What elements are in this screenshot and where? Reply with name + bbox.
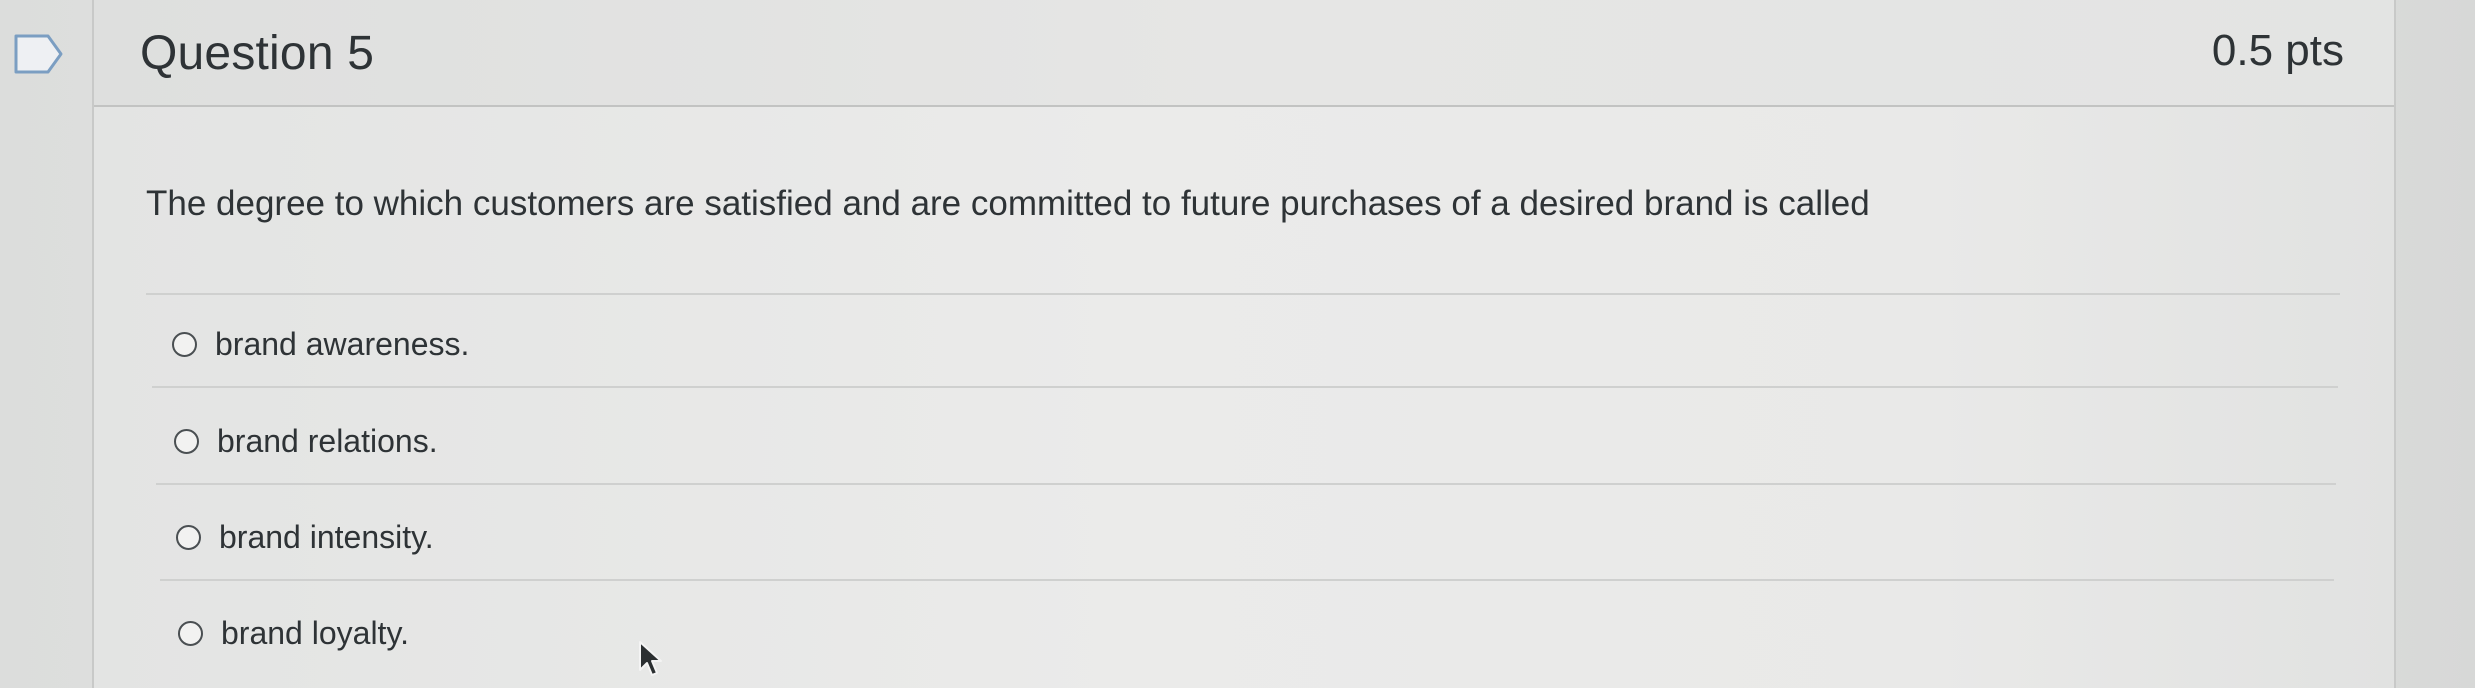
divider (156, 483, 2336, 485)
question-card: Question 5 0.5 pts The degree to which c… (92, 0, 2396, 688)
divider (160, 579, 2334, 581)
question-header: Question 5 0.5 pts (94, 0, 2394, 107)
mouse-cursor-icon (639, 641, 662, 676)
radio-button[interactable] (178, 621, 203, 646)
answer-label: brand relations. (217, 423, 438, 459)
answer-option-3[interactable]: brand intensity. (176, 519, 434, 556)
answer-option-2[interactable]: brand relations. (174, 423, 438, 460)
question-points: 0.5 pts (2211, 26, 2344, 75)
question-text: The degree to which customers are satisf… (146, 184, 1870, 223)
divider (146, 293, 2340, 295)
answer-option-1[interactable]: brand awareness. (172, 326, 469, 363)
question-title: Question 5 (140, 27, 375, 80)
quiz-screen: Question 5 0.5 pts The degree to which c… (0, 0, 2475, 688)
radio-button[interactable] (172, 332, 197, 357)
radio-button[interactable] (174, 429, 199, 454)
flag-icon[interactable] (14, 34, 64, 74)
answer-option-4[interactable]: brand loyalty. (178, 615, 409, 652)
divider (152, 386, 2338, 388)
answer-label: brand awareness. (215, 326, 470, 362)
radio-button[interactable] (176, 525, 201, 550)
answer-label: brand loyalty. (221, 615, 409, 651)
answer-label: brand intensity. (219, 519, 434, 555)
